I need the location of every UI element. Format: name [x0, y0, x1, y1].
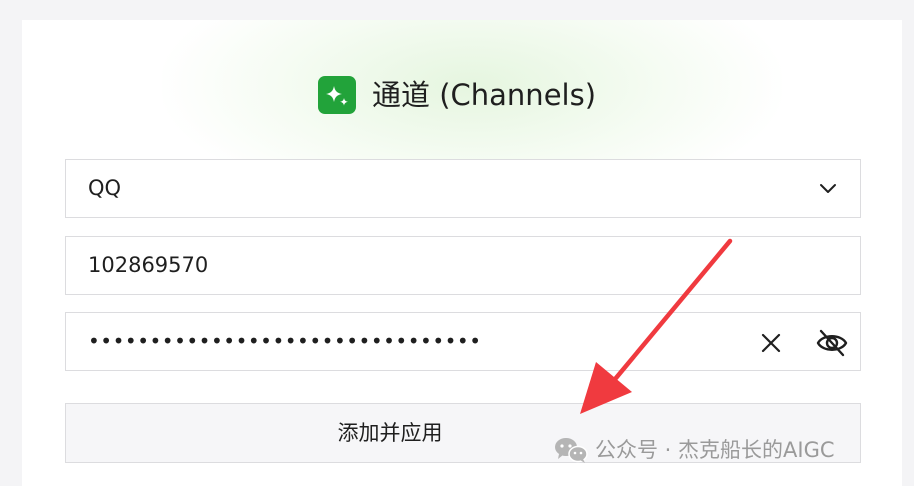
sparkle-icon: [318, 76, 356, 114]
app-id-input[interactable]: 102869570: [65, 236, 861, 295]
page-title: 通道 (Channels): [372, 78, 597, 112]
close-icon[interactable]: [759, 331, 783, 355]
chevron-down-icon[interactable]: [818, 179, 838, 199]
channel-select-value: QQ: [88, 176, 122, 200]
secret-masked-value: ••••••••••••••••••••••••••••••••: [88, 329, 482, 353]
eye-off-icon[interactable]: [815, 328, 849, 358]
app-id-value: 102869570: [88, 253, 209, 277]
wechat-icon: [553, 435, 589, 465]
channel-select[interactable]: QQ: [65, 159, 861, 218]
watermark-text: 公众号 · 杰克船长的AIGC: [595, 438, 835, 462]
secret-input[interactable]: ••••••••••••••••••••••••••••••••: [65, 312, 861, 371]
